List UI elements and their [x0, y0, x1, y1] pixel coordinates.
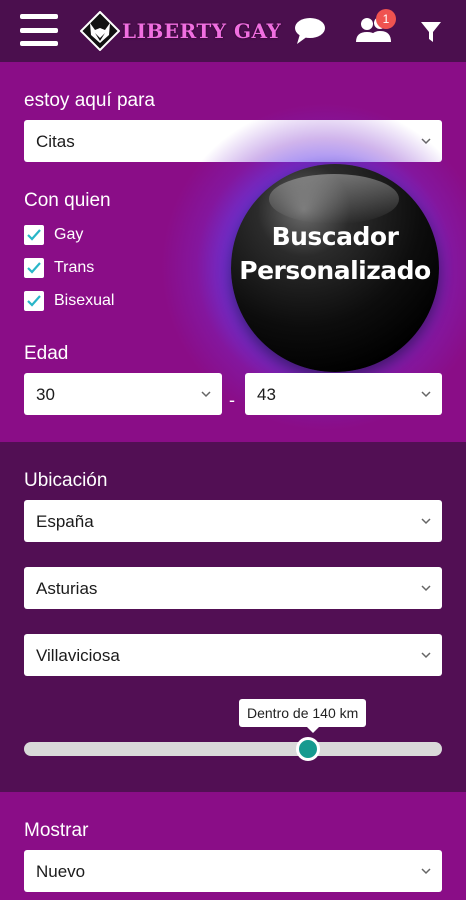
purpose-label: estoy aquí para [24, 90, 155, 111]
chevron-down-icon [421, 585, 431, 592]
checkmark-icon [27, 229, 41, 241]
chevron-down-icon [421, 652, 431, 659]
promo-shine [269, 174, 399, 224]
age-min-select[interactable]: 30 [24, 373, 222, 415]
age-max-value: 43 [257, 385, 276, 404]
notification-badge: 1 [376, 9, 396, 29]
country-value: España [36, 512, 94, 531]
show-value: Nuevo [36, 862, 86, 881]
show-select[interactable]: Nuevo [24, 850, 442, 892]
promo-line2: Personalizado [239, 256, 431, 285]
search-preferences-section: estoy aquí para Citas Con quien Gay Tran… [0, 62, 466, 442]
checkbox-bisexual[interactable] [24, 291, 44, 311]
hamburger-menu-icon[interactable] [20, 14, 58, 46]
logo-text: LIBERTY GAY [122, 19, 282, 43]
promo-line1: Buscador [271, 222, 399, 251]
age-label: Edad [24, 343, 69, 364]
city-select[interactable]: Villaviciosa [24, 634, 442, 676]
age-min-value: 30 [36, 385, 55, 404]
checkmark-icon [27, 262, 41, 274]
option-label: Gay [54, 226, 84, 243]
region-select[interactable]: Asturias [24, 567, 442, 609]
option-label: Bisexual [54, 292, 115, 309]
age-separator: - [229, 390, 235, 410]
country-select[interactable]: España [24, 500, 442, 542]
app-logo[interactable]: LIBERTY GAY [79, 10, 282, 52]
show-label: Mostrar [24, 820, 89, 841]
with-whom-label: Con quien [24, 190, 111, 211]
city-value: Villaviciosa [36, 646, 120, 665]
age-max-select[interactable]: 43 [245, 373, 442, 415]
location-label: Ubicación [24, 470, 108, 491]
chevron-down-icon [201, 391, 211, 398]
show-section: Mostrar Nuevo [0, 792, 466, 900]
filter-icon[interactable] [420, 20, 442, 44]
option-trans[interactable]: Trans [24, 257, 94, 279]
radius-slider-track[interactable] [24, 742, 442, 756]
checkbox-trans[interactable] [24, 258, 44, 278]
option-gay[interactable]: Gay [24, 224, 83, 246]
radius-tooltip: Dentro de 140 km [239, 699, 367, 733]
location-section: Ubicación España Asturias Villaviciosa D… [0, 442, 466, 792]
region-value: Asturias [36, 579, 98, 598]
custom-search-promo-button[interactable]: Buscador Personalizado [231, 164, 439, 372]
chevron-down-icon [421, 518, 431, 525]
option-label: Trans [54, 259, 95, 276]
chevron-down-icon [421, 868, 431, 875]
purpose-value: Citas [36, 132, 75, 151]
chevron-down-icon [421, 391, 431, 398]
radius-slider-thumb[interactable] [296, 737, 321, 761]
checkmark-icon [27, 295, 41, 307]
fox-logo-icon [79, 10, 121, 52]
checkbox-gay[interactable] [24, 225, 44, 245]
option-bisexual[interactable]: Bisexual [24, 290, 114, 312]
app-header: LIBERTY GAY 1 [0, 0, 466, 62]
chat-bubble-icon[interactable] [293, 16, 327, 46]
